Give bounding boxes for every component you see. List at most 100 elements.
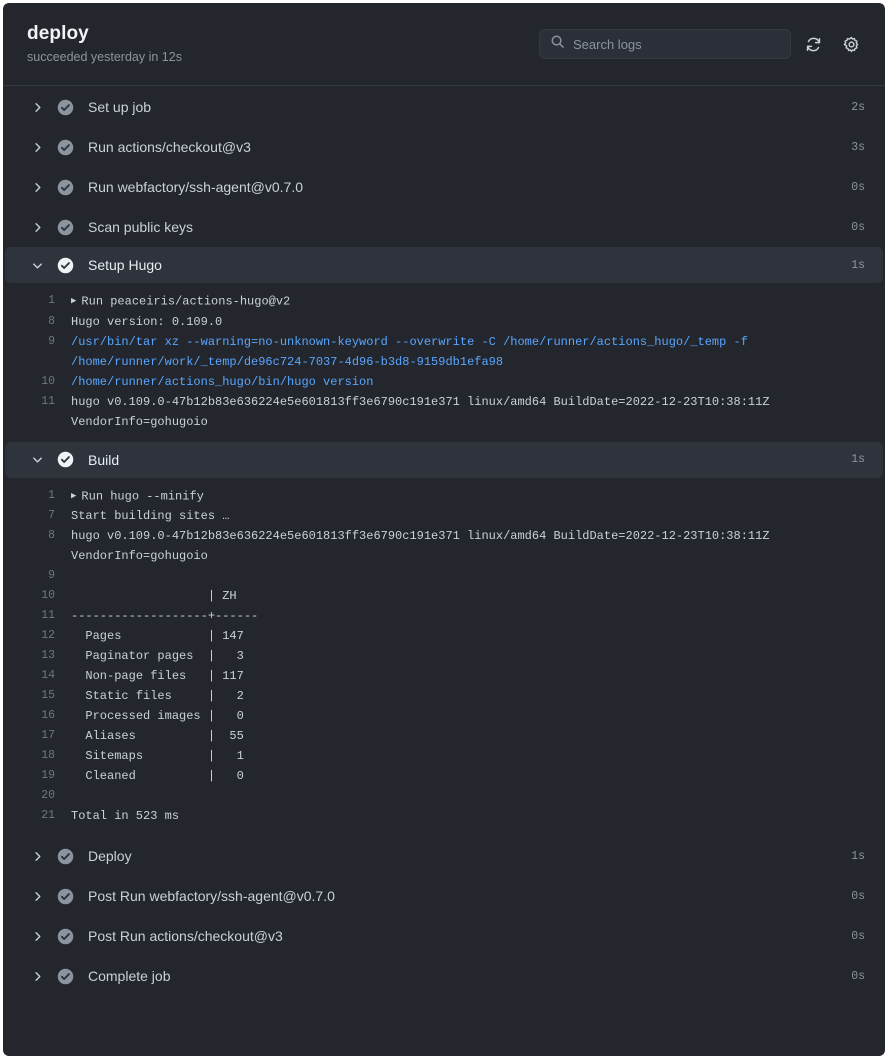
search-box[interactable] (539, 29, 791, 59)
step-header[interactable]: Complete job 0s (5, 956, 883, 996)
log-line-text: -------------------+------ (71, 609, 259, 623)
log-line-number: 8 (48, 529, 55, 542)
step-label: Run webfactory/ssh-agent@v0.7.0 (88, 179, 303, 195)
log-line-text: | ZH (71, 589, 237, 603)
step-duration: 0s (851, 220, 865, 234)
step-header[interactable]: Setup Hugo 1s (5, 247, 883, 283)
chevron-right-icon[interactable] (29, 139, 45, 155)
log-line: 11 -------------------+------ (3, 606, 885, 626)
step-run-actions-checkout-v3: Run actions/checkout@v3 3s (3, 127, 885, 167)
check-circle-icon (57, 179, 74, 196)
step-post-run-webfactory-ssh-agent-v0-7-0: Post Run webfactory/ssh-agent@v0.7.0 0s (3, 876, 885, 916)
log-line: 14 Non-page files | 117 (3, 666, 885, 686)
step-label: Build (88, 451, 120, 468)
step-duration: 0s (851, 969, 865, 983)
log-line-number: 16 (41, 709, 55, 722)
step-header[interactable]: Build 1s (5, 441, 883, 478)
check-circle-icon (57, 139, 74, 156)
step-build: Build 1s 1 ▶ Run hugo --minify 7 Start buildin… (3, 441, 885, 837)
gear-icon[interactable] (835, 28, 867, 60)
step-setup-hugo: Setup Hugo 1s 1 ▶ Run peaceiris/actions-hugo… (3, 247, 885, 442)
step-duration: 0s (851, 889, 865, 903)
log-line-text: Start building sites … (71, 509, 230, 523)
log-line-text: Processed images | 0 (71, 709, 244, 723)
log-line: 12 Pages | 147 (3, 626, 885, 646)
check-circle-icon (57, 928, 74, 945)
chevron-right-icon[interactable] (29, 99, 45, 115)
workflow-log-panel: deploy succeeded yesterday in 12s Search… (3, 3, 885, 1056)
check-circle-icon (57, 219, 74, 236)
step-header[interactable]: Scan public keys 0s (5, 207, 883, 247)
step-label: Setup Hugo (88, 257, 162, 273)
log-line-number: 1 (48, 488, 55, 502)
log-line: 8 hugo v0.109.0-47b12b83e636224e5e601813f… (3, 526, 885, 566)
log-line-text: Hugo version: 0.109.0 (71, 314, 223, 329)
log-line: 19 Cleaned | 0 (3, 766, 885, 786)
chevron-down-icon[interactable] (29, 257, 45, 273)
check-circle-icon (57, 848, 74, 865)
log-line: 10/home/runner/actions_hugo/bin/hugo ver… (3, 372, 885, 392)
log-line: 7 Start building sites … (3, 506, 885, 526)
log-line: 1 ▶ Run hugo --minify (3, 486, 885, 507)
check-circle-icon (57, 451, 74, 468)
log-line-text: Non-page files | 117 (71, 669, 244, 683)
log-line: 8 Hugo version: 0.109.0 (3, 312, 885, 332)
log-line: 13 Paginator pages | 3 (3, 646, 885, 666)
step-log-output: 1 ▶ Run peaceiris/actions-hugo@v2 8 Hugo ver… (3, 283, 885, 442)
expand-triangle-icon[interactable]: ▶ (71, 491, 76, 501)
job-title-block: deploy succeeded yesterday in 12s (27, 22, 539, 66)
step-header[interactable]: Set up job 2s (5, 87, 883, 127)
panel-header: deploy succeeded yesterday in 12s (3, 3, 885, 86)
log-line: 1 ▶ Run peaceiris/actions-hugo@v2 (3, 291, 885, 312)
log-line: 9/usr/bin/tar xz --warning=no-unknown-ke… (3, 332, 885, 372)
chevron-right-icon[interactable] (29, 968, 45, 984)
check-circle-icon (57, 968, 74, 985)
page-title: deploy (27, 23, 89, 44)
chevron-right-icon[interactable] (29, 848, 45, 864)
chevron-right-icon[interactable] (29, 888, 45, 904)
step-duration: 1s (851, 453, 865, 466)
chevron-right-icon[interactable] (29, 219, 45, 235)
log-line: 18 Sitemaps | 1 (3, 746, 885, 766)
chevron-right-icon[interactable] (29, 179, 45, 195)
step-deploy: Deploy 1s (3, 836, 885, 876)
sync-icon[interactable] (797, 28, 829, 60)
check-circle-icon (57, 99, 74, 116)
step-post-run-actions-checkout-v3: Post Run actions/checkout@v3 0s (3, 916, 885, 956)
log-line: 9 (3, 566, 885, 586)
step-label: Scan public keys (88, 219, 194, 235)
search-icon (550, 34, 565, 54)
log-line-number: 20 (41, 789, 55, 802)
step-label: Run actions/checkout@v3 (88, 139, 251, 155)
step-run-webfactory-ssh-agent-v0-7-0: Run webfactory/ssh-agent@v0.7.0 0s (3, 167, 885, 207)
log-line-number: 15 (41, 689, 55, 702)
log-line-number: 7 (48, 509, 55, 522)
log-line: 15 Static files | 2 (3, 686, 885, 706)
step-header[interactable]: Post Run actions/checkout@v3 0s (5, 916, 883, 956)
log-line: 11 hugo v0.109.0-47b12b83e636224e5e601813… (3, 392, 885, 432)
log-line-number: 9 (48, 334, 55, 348)
expand-triangle-icon[interactable]: ▶ (71, 296, 76, 306)
log-line-number: 10 (41, 374, 55, 388)
log-line-text: Total in 523 ms (71, 809, 180, 823)
step-header[interactable]: Deploy 1s (5, 836, 883, 876)
log-line-number: 18 (41, 749, 55, 762)
search-input[interactable] (573, 36, 780, 52)
chevron-right-icon[interactable] (29, 928, 45, 944)
chevron-down-icon[interactable] (29, 452, 45, 468)
step-label: Deploy (88, 848, 132, 864)
step-header[interactable]: Run actions/checkout@v3 3s (5, 127, 883, 167)
step-header[interactable]: Post Run webfactory/ssh-agent@v0.7.0 0s (5, 876, 883, 916)
log-line-number: 9 (48, 569, 55, 582)
log-line: 20 (3, 786, 885, 806)
log-line-text: Static files | 2 (71, 689, 244, 703)
log-line-number: 10 (41, 589, 55, 602)
step-duration: 3s (851, 140, 865, 154)
log-line-number: 13 (41, 649, 55, 662)
step-duration: 0s (851, 180, 865, 194)
log-line-text: ▶ Run peaceiris/actions-hugo@v2 (71, 294, 291, 309)
log-line-text: Sitemaps | 1 (71, 749, 244, 763)
log-line-number: 8 (48, 314, 55, 328)
log-line-text: hugo v0.109.0-47b12b83e636224e5e601813ff… (71, 529, 777, 563)
step-header[interactable]: Run webfactory/ssh-agent@v0.7.0 0s (5, 167, 883, 207)
